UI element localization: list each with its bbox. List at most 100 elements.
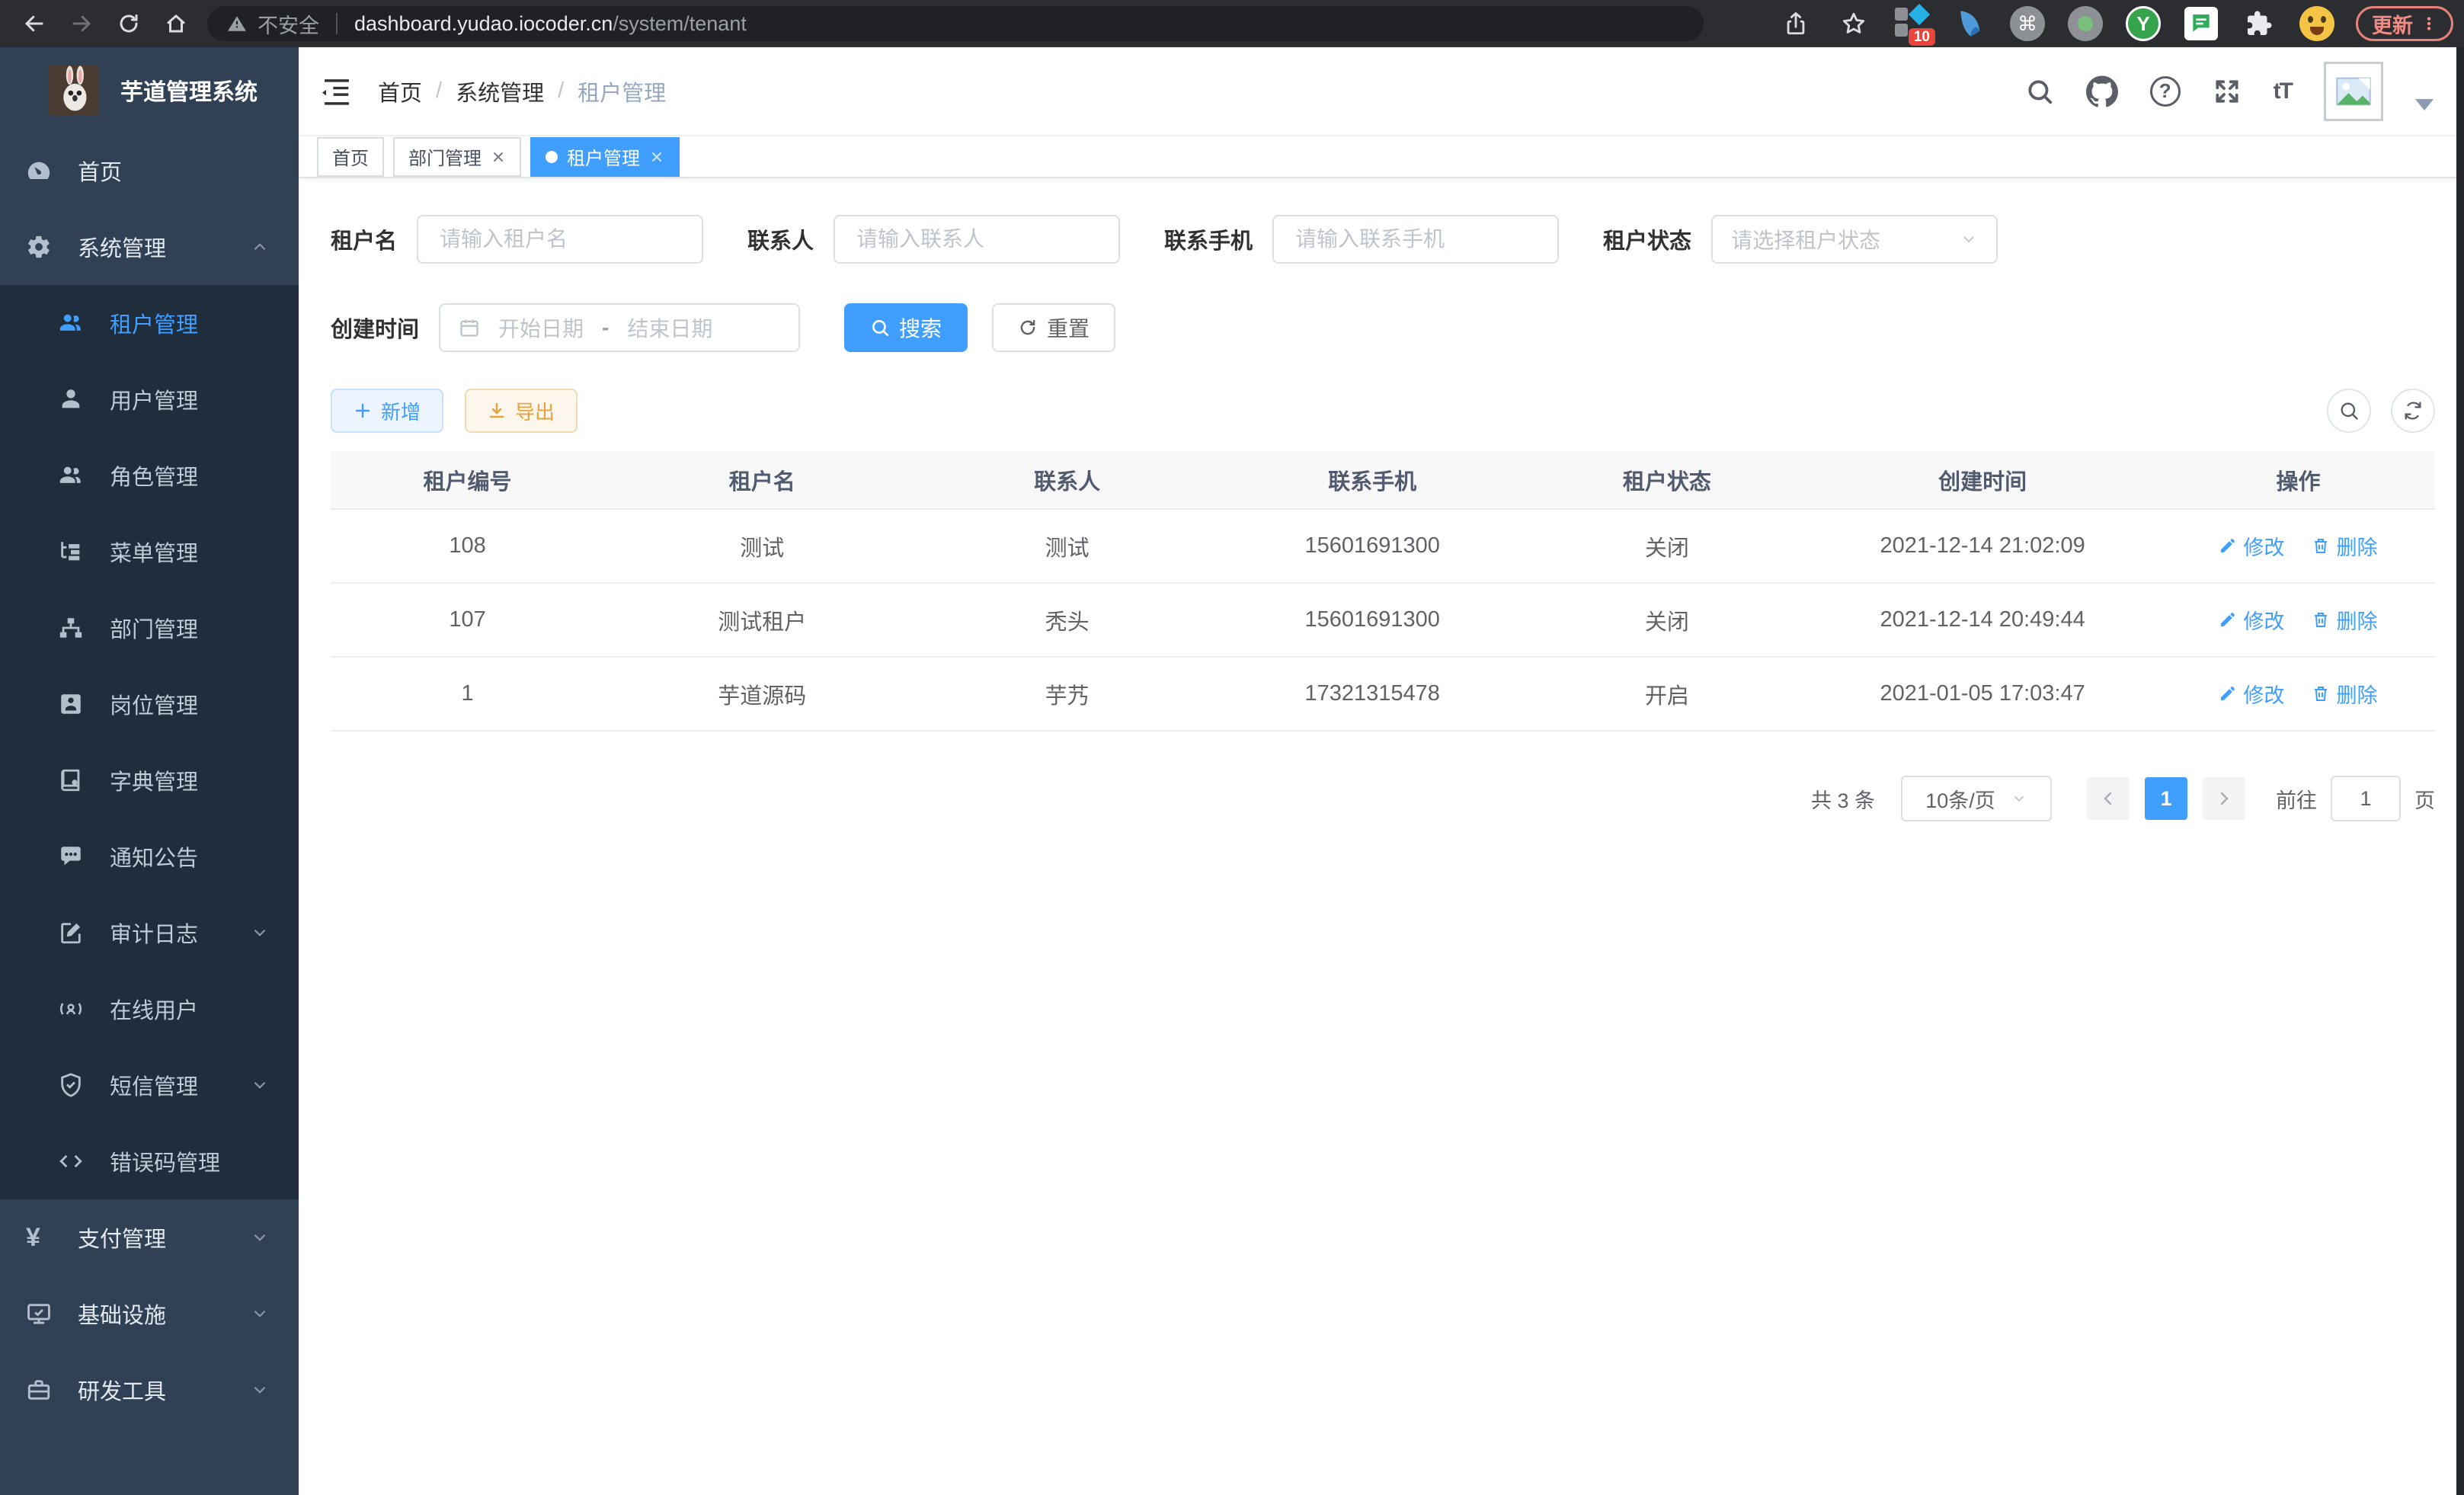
page-size-select[interactable]: 10条/页 [1901, 776, 2052, 821]
next-page-button[interactable] [2203, 777, 2245, 820]
font-size-button[interactable]: tT [2274, 78, 2292, 104]
filter-row-2: 创建时间 开始日期 - 结束日期 搜索 重置 [331, 303, 2435, 352]
chat-logo-icon [2184, 7, 2218, 40]
col-tenant-id: 租户编号 [331, 451, 604, 509]
sidebar-item-home[interactable]: 首页 [0, 133, 299, 209]
col-actions: 操作 [2162, 451, 2435, 509]
page-unit-label: 页 [2414, 784, 2435, 814]
extension-chat[interactable] [2182, 5, 2220, 43]
avatar-caret-icon[interactable] [2415, 99, 2434, 110]
chevron-down-icon [250, 1075, 270, 1095]
sidebar-item-dept[interactable]: 部门管理 [0, 590, 299, 666]
close-icon[interactable] [649, 149, 664, 165]
page-number-current[interactable]: 1 [2145, 777, 2187, 820]
sidebar-item-notice[interactable]: 通知公告 [0, 818, 299, 895]
tab-tenant[interactable]: 租户管理 [530, 137, 680, 177]
extension-y[interactable]: Y [2124, 5, 2162, 43]
tenant-name-label: 租户名 [331, 223, 397, 255]
pencil-icon [2219, 536, 2237, 555]
edit-link[interactable]: 修改 [2219, 531, 2284, 561]
chevron-up-icon [250, 237, 270, 257]
dashboard-icon [26, 158, 59, 184]
user-avatar[interactable] [2324, 62, 2383, 121]
extension-diamond[interactable]: 10 [1893, 5, 1931, 43]
search-icon [2025, 77, 2054, 106]
status-select[interactable]: 请选择租户状态 [1711, 215, 1998, 264]
github-button[interactable] [2086, 75, 2118, 107]
sidebar-item-dev-tools[interactable]: 研发工具 [0, 1352, 299, 1428]
goto-label: 前往 [2276, 784, 2317, 814]
browser-back-button[interactable] [11, 0, 58, 47]
show-search-button[interactable] [2327, 389, 2371, 433]
sidebar-item-sms[interactable]: 短信管理 [0, 1047, 299, 1123]
chevron-down-icon [1960, 230, 1978, 248]
delete-link[interactable]: 删除 [2312, 679, 2377, 709]
breadcrumb-current: 租户管理 [578, 75, 666, 107]
sidebar-item-post[interactable]: 岗位管理 [0, 666, 299, 742]
browser-toolbar: 不安全 dashboard.yudao.iocoder.cn/system/te… [0, 0, 2464, 47]
bookmark-button[interactable] [1835, 5, 1873, 43]
sidebar-item-user[interactable]: 用户管理 [0, 361, 299, 437]
browser-update-button[interactable]: 更新 [2356, 6, 2453, 41]
sidebar-item-online-users[interactable]: 在线用户 [0, 971, 299, 1047]
col-tenant-name: 租户名 [604, 451, 920, 509]
goto-page-input[interactable] [2331, 776, 2401, 821]
profile-avatar[interactable] [2298, 5, 2336, 43]
sidebar-toggle-button[interactable] [322, 76, 352, 107]
create-time-range-picker[interactable]: 开始日期 - 结束日期 [439, 303, 800, 352]
search-icon [870, 318, 890, 338]
refresh-table-button[interactable] [2391, 389, 2435, 433]
share-button[interactable] [1777, 5, 1815, 43]
browser-reload-button[interactable] [105, 0, 152, 47]
trash-icon [2312, 610, 2330, 629]
create-time-label: 创建时间 [331, 312, 419, 344]
trash-icon [2312, 684, 2330, 703]
col-status: 租户状态 [1530, 451, 1803, 509]
app-logo-row[interactable]: 芋道管理系统 [0, 47, 299, 133]
contact-label: 联系人 [747, 223, 814, 255]
edit-link[interactable]: 修改 [2219, 679, 2284, 709]
extensions-menu[interactable] [2240, 5, 2278, 43]
id-badge-icon [58, 691, 91, 717]
browser-actions: 10 ⌘ Y 更新 [1777, 5, 2453, 43]
address-bar[interactable]: 不安全 dashboard.yudao.iocoder.cn/system/te… [207, 6, 1704, 41]
breadcrumb-system[interactable]: 系统管理 [456, 75, 544, 107]
phone-input[interactable] [1272, 215, 1559, 264]
contact-input[interactable] [834, 215, 1120, 264]
extension-badge: 10 [1909, 28, 1935, 46]
sidebar-item-audit-log[interactable]: 审计日志 [0, 895, 299, 971]
breadcrumb-home[interactable]: 首页 [378, 75, 422, 107]
sidebar-item-dict[interactable]: 字典管理 [0, 742, 299, 818]
edit-link[interactable]: 修改 [2219, 605, 2284, 635]
sidebar-item-role[interactable]: 角色管理 [0, 437, 299, 514]
search-button[interactable]: 搜索 [844, 303, 968, 352]
add-button[interactable]: 新增 [331, 389, 443, 433]
export-button[interactable]: 导出 [465, 389, 578, 433]
delete-link[interactable]: 删除 [2312, 531, 2377, 561]
reset-button[interactable]: 重置 [992, 303, 1115, 352]
close-icon[interactable] [491, 149, 506, 165]
prev-page-button[interactable] [2087, 777, 2130, 820]
sidebar-item-infra[interactable]: 基础设施 [0, 1276, 299, 1352]
help-button[interactable]: ? [2150, 76, 2181, 107]
tenant-name-input[interactable] [417, 215, 703, 264]
page-content: 租户名 联系人 联系手机 租户状态 请选择租户状态 [299, 178, 2464, 852]
header-search-button[interactable] [2025, 77, 2054, 106]
tab-home[interactable]: 首页 [317, 137, 384, 177]
browser-home-button[interactable] [152, 0, 200, 47]
fullscreen-button[interactable] [2213, 77, 2242, 106]
sidebar-item-tenant[interactable]: 租户管理 [0, 285, 299, 361]
browser-forward-button[interactable] [58, 0, 105, 47]
delete-link[interactable]: 删除 [2312, 605, 2377, 635]
extension-command[interactable]: ⌘ [2008, 5, 2046, 43]
chevron-down-icon [250, 1228, 270, 1247]
tab-dept[interactable]: 部门管理 [393, 137, 521, 177]
sitemap-icon [58, 615, 91, 641]
sidebar-item-menu[interactable]: 菜单管理 [0, 514, 299, 590]
sidebar-item-system[interactable]: 系统管理 [0, 209, 299, 285]
sidebar-item-error-code[interactable]: 错误码管理 [0, 1123, 299, 1199]
online-user-icon [58, 996, 91, 1022]
extension-balloon[interactable] [1950, 5, 1989, 43]
extension-recorder[interactable] [2066, 5, 2104, 43]
sidebar-item-payment[interactable]: ¥ 支付管理 [0, 1199, 299, 1276]
